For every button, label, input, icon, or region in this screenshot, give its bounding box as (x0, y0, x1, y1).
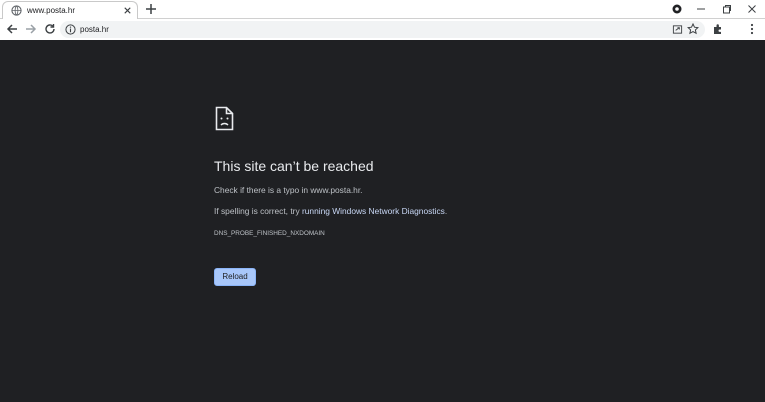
address-url[interactable]: posta.hr (80, 24, 109, 35)
forward-arrow-icon[interactable] (24, 22, 38, 36)
bookmark-star-icon[interactable] (687, 23, 699, 35)
diagnostics-link[interactable]: running Windows Network Diagnostics (302, 206, 445, 216)
minimize-icon[interactable] (694, 2, 708, 16)
close-window-icon[interactable] (745, 2, 759, 16)
diagnostics-suffix: . (444, 206, 448, 216)
error-heading: This site can’t be reached (214, 158, 374, 174)
back-arrow-icon[interactable] (5, 22, 19, 36)
info-icon[interactable] (65, 24, 76, 35)
browser-toolbar: posta.hr (0, 19, 765, 40)
reload-button[interactable]: Reload (214, 268, 256, 286)
profile-icon[interactable] (670, 2, 684, 16)
diagnostics-hint: If spelling is correct, try running Wind… (214, 206, 447, 217)
sad-document-icon (215, 106, 234, 131)
typo-hint: Check if there is a typo in www.posta.hr… (214, 185, 363, 195)
kebab-menu-icon[interactable] (745, 22, 759, 36)
tab-title: www.posta.hr (27, 6, 76, 15)
reload-icon[interactable] (43, 22, 57, 36)
share-icon[interactable] (672, 24, 683, 35)
error-code: DNS_PROBE_FINISHED_NXDOMAIN (214, 230, 325, 237)
globe-icon (11, 5, 22, 16)
tab-strip: www.posta.hr (0, 0, 765, 19)
error-page: This site can’t be reached Check if ther… (0, 40, 765, 402)
new-tab-icon[interactable] (145, 3, 157, 15)
close-tab-icon[interactable] (122, 5, 133, 16)
restore-icon[interactable] (720, 2, 734, 16)
extensions-puzzle-icon[interactable] (711, 22, 725, 36)
address-bar[interactable]: posta.hr (60, 21, 705, 38)
diagnostics-prefix: If spelling is correct, try (214, 206, 302, 216)
tab-posta[interactable]: www.posta.hr (2, 1, 138, 19)
